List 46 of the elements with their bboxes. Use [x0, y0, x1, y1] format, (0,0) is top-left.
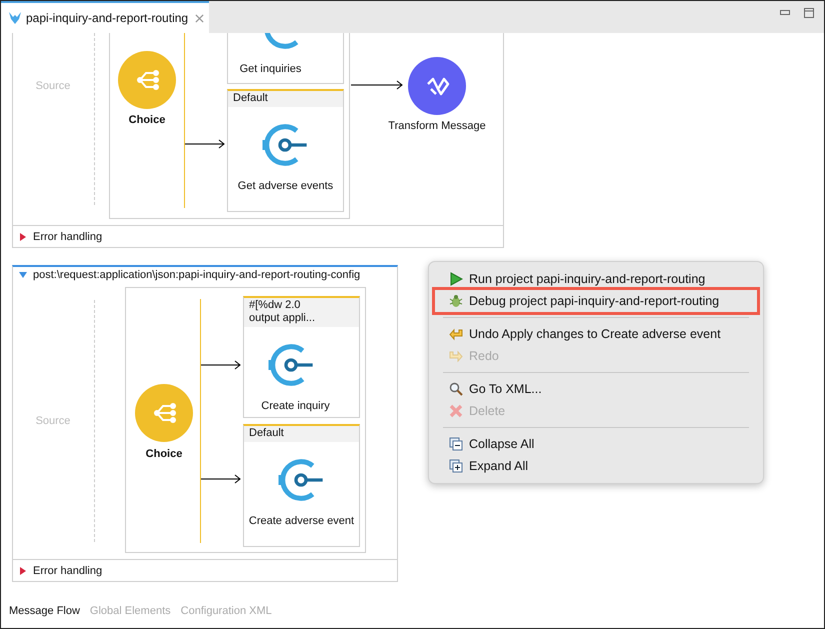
menu-item[interactable]: Collapse All [435, 433, 757, 455]
error-handling-label: Error handling [33, 564, 102, 576]
transform-label: Transform Message [387, 120, 487, 133]
redo-icon [449, 349, 463, 363]
collapse-icon [449, 437, 463, 451]
editor-view-tab[interactable]: Message Flow [9, 605, 80, 617]
search-icon [449, 382, 463, 396]
mule-icon [8, 11, 22, 25]
collapsed-triangle-icon[interactable] [19, 566, 27, 574]
transform-icon[interactable] [408, 57, 466, 115]
error-handling-label: Error handling [33, 230, 102, 242]
expand-icon [449, 459, 463, 473]
route-label: Create inquiry [260, 400, 331, 413]
menu-item[interactable]: Undo Apply changes to Create adverse event [435, 323, 757, 345]
error-handling-bar[interactable]: Error handling [13, 225, 503, 247]
run-icon [449, 272, 463, 286]
arrow [185, 139, 225, 149]
menu-item[interactable]: Run project papi-inquiry-and-report-routing [435, 268, 757, 290]
flow-title: post:\request:application\json:papi-inquiry-and-report-routing-config [33, 269, 360, 281]
minimize-icon[interactable] [780, 10, 790, 15]
menu-item[interactable]: Expand All [435, 455, 757, 477]
route-label: Get adverse events [236, 180, 334, 193]
source-label: Source [34, 80, 72, 92]
arrow [201, 360, 241, 370]
menu-item[interactable]: Debug project papi-inquiry-and-report-routing [435, 290, 757, 312]
arrow [201, 474, 241, 484]
collapsed-triangle-icon[interactable] [19, 232, 27, 240]
bug-icon [449, 294, 463, 308]
route-label: Get inquiries [238, 63, 302, 76]
expanded-triangle-icon[interactable] [19, 271, 27, 279]
route-header: Default [244, 426, 359, 442]
maximize-icon[interactable] [804, 8, 814, 18]
delete-icon [449, 404, 463, 418]
source-label: Source [34, 415, 72, 427]
route-label: Create adverse event [248, 515, 356, 528]
choice-label: Choice [144, 448, 184, 460]
error-handling-bar[interactable]: Error handling [13, 559, 397, 581]
arrow [351, 80, 403, 90]
choice-label: Choice [128, 114, 166, 126]
route-header: #[%dw 2.0 output appli... [244, 298, 359, 327]
editor-tab[interactable]: papi-inquiry-and-report-routing [1, 1, 209, 33]
undo-icon [449, 327, 463, 341]
close-icon[interactable] [195, 14, 204, 22]
menu-item[interactable]: Go To XML... [435, 378, 757, 400]
tab-title: papi-inquiry-and-report-routing [26, 11, 188, 25]
route-header: Default [228, 91, 343, 107]
